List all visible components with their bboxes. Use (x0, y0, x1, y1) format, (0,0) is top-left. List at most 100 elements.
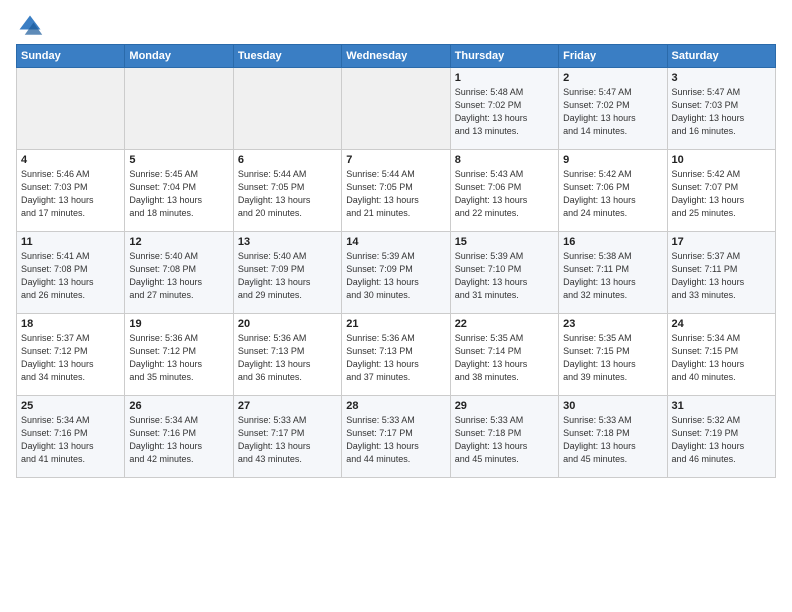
calendar-cell (125, 68, 233, 150)
calendar-week-row: 11Sunrise: 5:41 AM Sunset: 7:08 PM Dayli… (17, 232, 776, 314)
calendar-cell: 29Sunrise: 5:33 AM Sunset: 7:18 PM Dayli… (450, 396, 558, 478)
day-info: Sunrise: 5:33 AM Sunset: 7:18 PM Dayligh… (455, 414, 554, 466)
page: SundayMondayTuesdayWednesdayThursdayFrid… (0, 0, 792, 612)
calendar-header: SundayMondayTuesdayWednesdayThursdayFrid… (17, 45, 776, 68)
calendar-cell (233, 68, 341, 150)
day-info: Sunrise: 5:34 AM Sunset: 7:16 PM Dayligh… (21, 414, 120, 466)
day-info: Sunrise: 5:43 AM Sunset: 7:06 PM Dayligh… (455, 168, 554, 220)
day-info: Sunrise: 5:40 AM Sunset: 7:09 PM Dayligh… (238, 250, 337, 302)
day-info: Sunrise: 5:34 AM Sunset: 7:16 PM Dayligh… (129, 414, 228, 466)
weekday-header: Tuesday (233, 45, 341, 68)
day-number: 24 (672, 318, 771, 330)
day-number: 10 (672, 154, 771, 166)
calendar-cell: 25 Sunrise: 5:34 AM Sunset: 7:16 PM Dayli… (17, 396, 125, 478)
calendar-week-row: 1Sunrise: 5:48 AM Sunset: 7:02 PM Daylig… (17, 68, 776, 150)
weekday-header: Sunday (17, 45, 125, 68)
logo (16, 12, 48, 40)
day-info: Sunrise: 5:42 AM Sunset: 7:06 PM Dayligh… (563, 168, 662, 220)
day-number: 8 (455, 154, 554, 166)
calendar-cell: 11Sunrise: 5:41 AM Sunset: 7:08 PM Dayli… (17, 232, 125, 314)
day-number: 3 (672, 72, 771, 84)
calendar-cell: 18 Sunrise: 5:37 AM Sunset: 7:12 PM Dayli… (17, 314, 125, 396)
calendar-week-row: 25 Sunrise: 5:34 AM Sunset: 7:16 PM Dayli… (17, 396, 776, 478)
calendar-cell: 5 Sunrise: 5:45 AM Sunset: 7:04 PM Daylig… (125, 150, 233, 232)
day-number: 27 (238, 400, 337, 412)
calendar-cell: 2 Sunrise: 5:47 AM Sunset: 7:02 PM Daylig… (559, 68, 667, 150)
calendar-cell: 24 Sunrise: 5:34 AM Sunset: 7:15 PM Dayli… (667, 314, 775, 396)
day-number: 31 (672, 400, 771, 412)
day-number: 19 (129, 318, 228, 330)
calendar-cell: 4Sunrise: 5:46 AM Sunset: 7:03 PM Daylig… (17, 150, 125, 232)
calendar-week-row: 4Sunrise: 5:46 AM Sunset: 7:03 PM Daylig… (17, 150, 776, 232)
calendar-cell: 13 Sunrise: 5:40 AM Sunset: 7:09 PM Dayli… (233, 232, 341, 314)
day-info: Sunrise: 5:39 AM Sunset: 7:10 PM Dayligh… (455, 250, 554, 302)
day-info: Sunrise: 5:37 AM Sunset: 7:12 PM Dayligh… (21, 332, 120, 384)
day-info: Sunrise: 5:40 AM Sunset: 7:08 PM Dayligh… (129, 250, 228, 302)
calendar-body: 1Sunrise: 5:48 AM Sunset: 7:02 PM Daylig… (17, 68, 776, 478)
day-number: 2 (563, 72, 662, 84)
calendar-cell: 10 Sunrise: 5:42 AM Sunset: 7:07 PM Dayli… (667, 150, 775, 232)
day-info: Sunrise: 5:35 AM Sunset: 7:14 PM Dayligh… (455, 332, 554, 384)
day-info: Sunrise: 5:33 AM Sunset: 7:18 PM Dayligh… (563, 414, 662, 466)
day-info: Sunrise: 5:46 AM Sunset: 7:03 PM Dayligh… (21, 168, 120, 220)
day-info: Sunrise: 5:41 AM Sunset: 7:08 PM Dayligh… (21, 250, 120, 302)
calendar-cell: 30Sunrise: 5:33 AM Sunset: 7:18 PM Dayli… (559, 396, 667, 478)
day-info: Sunrise: 5:37 AM Sunset: 7:11 PM Dayligh… (672, 250, 771, 302)
weekday-header: Saturday (667, 45, 775, 68)
day-info: Sunrise: 5:33 AM Sunset: 7:17 PM Dayligh… (346, 414, 445, 466)
weekday-row: SundayMondayTuesdayWednesdayThursdayFrid… (17, 45, 776, 68)
calendar-cell: 6 Sunrise: 5:44 AM Sunset: 7:05 PM Daylig… (233, 150, 341, 232)
calendar-cell (342, 68, 450, 150)
calendar-cell: 17 Sunrise: 5:37 AM Sunset: 7:11 PM Dayli… (667, 232, 775, 314)
calendar-cell: 1Sunrise: 5:48 AM Sunset: 7:02 PM Daylig… (450, 68, 558, 150)
day-number: 23 (563, 318, 662, 330)
day-info: Sunrise: 5:39 AM Sunset: 7:09 PM Dayligh… (346, 250, 445, 302)
weekday-header: Friday (559, 45, 667, 68)
weekday-header: Thursday (450, 45, 558, 68)
day-number: 18 (21, 318, 120, 330)
calendar-cell: 26 Sunrise: 5:34 AM Sunset: 7:16 PM Dayli… (125, 396, 233, 478)
day-number: 6 (238, 154, 337, 166)
logo-icon (16, 12, 44, 40)
day-number: 13 (238, 236, 337, 248)
day-info: Sunrise: 5:44 AM Sunset: 7:05 PM Dayligh… (238, 168, 337, 220)
day-info: Sunrise: 5:36 AM Sunset: 7:13 PM Dayligh… (346, 332, 445, 384)
weekday-header: Monday (125, 45, 233, 68)
day-number: 21 (346, 318, 445, 330)
day-info: Sunrise: 5:36 AM Sunset: 7:12 PM Dayligh… (129, 332, 228, 384)
day-info: Sunrise: 5:45 AM Sunset: 7:04 PM Dayligh… (129, 168, 228, 220)
day-number: 1 (455, 72, 554, 84)
day-number: 15 (455, 236, 554, 248)
day-info: Sunrise: 5:42 AM Sunset: 7:07 PM Dayligh… (672, 168, 771, 220)
calendar-week-row: 18 Sunrise: 5:37 AM Sunset: 7:12 PM Dayli… (17, 314, 776, 396)
calendar-cell: 28Sunrise: 5:33 AM Sunset: 7:17 PM Dayli… (342, 396, 450, 478)
calendar-cell: 23Sunrise: 5:35 AM Sunset: 7:15 PM Dayli… (559, 314, 667, 396)
calendar-cell: 21 Sunrise: 5:36 AM Sunset: 7:13 PM Dayli… (342, 314, 450, 396)
day-info: Sunrise: 5:34 AM Sunset: 7:15 PM Dayligh… (672, 332, 771, 384)
calendar-cell: 19 Sunrise: 5:36 AM Sunset: 7:12 PM Dayli… (125, 314, 233, 396)
calendar-cell: 14 Sunrise: 5:39 AM Sunset: 7:09 PM Dayli… (342, 232, 450, 314)
day-number: 26 (129, 400, 228, 412)
day-number: 12 (129, 236, 228, 248)
weekday-header: Wednesday (342, 45, 450, 68)
day-number: 14 (346, 236, 445, 248)
day-number: 20 (238, 318, 337, 330)
day-info: Sunrise: 5:33 AM Sunset: 7:17 PM Dayligh… (238, 414, 337, 466)
calendar-cell: 8 Sunrise: 5:43 AM Sunset: 7:06 PM Daylig… (450, 150, 558, 232)
calendar-cell: 22 Sunrise: 5:35 AM Sunset: 7:14 PM Dayli… (450, 314, 558, 396)
day-info: Sunrise: 5:32 AM Sunset: 7:19 PM Dayligh… (672, 414, 771, 466)
day-number: 5 (129, 154, 228, 166)
calendar-cell: 7Sunrise: 5:44 AM Sunset: 7:05 PM Daylig… (342, 150, 450, 232)
calendar-table: SundayMondayTuesdayWednesdayThursdayFrid… (16, 44, 776, 478)
day-number: 7 (346, 154, 445, 166)
calendar-cell: 27 Sunrise: 5:33 AM Sunset: 7:17 PM Dayli… (233, 396, 341, 478)
calendar-cell (17, 68, 125, 150)
day-number: 17 (672, 236, 771, 248)
day-number: 22 (455, 318, 554, 330)
day-info: Sunrise: 5:36 AM Sunset: 7:13 PM Dayligh… (238, 332, 337, 384)
calendar-cell: 15 Sunrise: 5:39 AM Sunset: 7:10 PM Dayli… (450, 232, 558, 314)
day-number: 25 (21, 400, 120, 412)
day-info: Sunrise: 5:38 AM Sunset: 7:11 PM Dayligh… (563, 250, 662, 302)
calendar-cell: 3Sunrise: 5:47 AM Sunset: 7:03 PM Daylig… (667, 68, 775, 150)
day-info: Sunrise: 5:47 AM Sunset: 7:02 PM Dayligh… (563, 86, 662, 138)
